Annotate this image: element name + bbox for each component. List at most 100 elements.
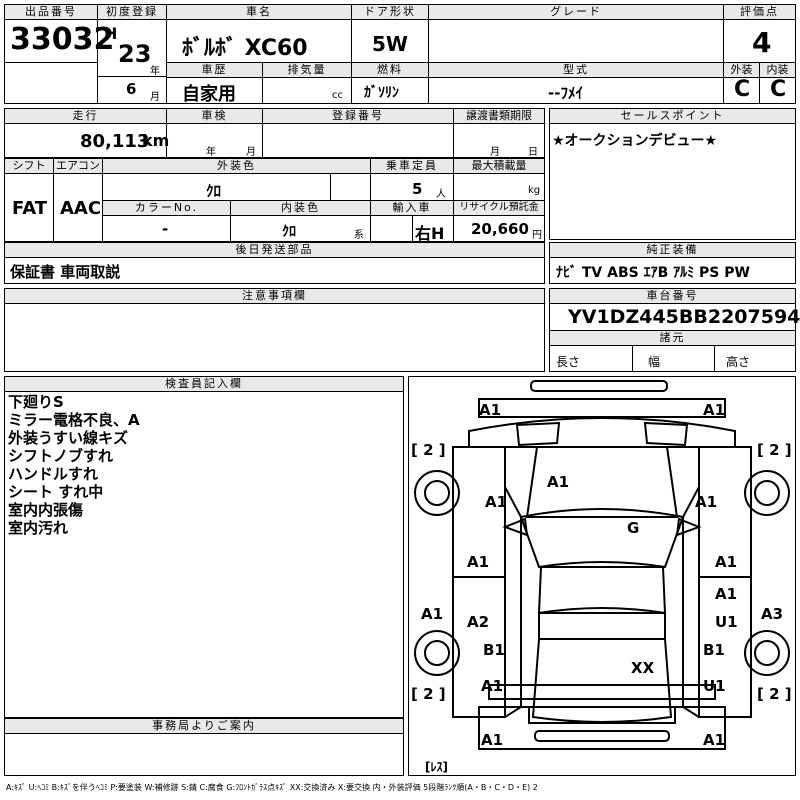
int-label: 内装	[760, 63, 795, 78]
note-line: 室内汚れ	[8, 519, 69, 537]
car-diagram-svg: A1 A1 [ 2 ] [ 2 ] A1 A1 A1 G A1 A1 A1 A1…	[411, 380, 792, 774]
damage-diagram: A1 A1 [ 2 ] [ 2 ] A1 A1 A1 G A1 A1 A1 A1…	[408, 376, 796, 776]
capacity-value: 5	[412, 180, 423, 198]
mark: B1	[703, 641, 725, 659]
mark: A1	[485, 493, 507, 511]
mark: A1	[703, 401, 725, 419]
mark: B1	[483, 641, 505, 659]
rear-bumper-upper	[488, 684, 716, 700]
int-color-label: 内装色	[231, 201, 370, 216]
sales-point-label: セールスポイント	[550, 109, 795, 124]
divider	[632, 345, 633, 371]
mark: A1	[481, 731, 503, 749]
year-unit: 年	[150, 66, 160, 77]
hood-front	[468, 417, 736, 448]
transfer-month-unit: 月	[490, 147, 500, 158]
inspector-notes: 下廻りS ミラー電格不良、A 外装うすい線キズ シフトノブすれ ハンドルすれ シ…	[8, 393, 140, 537]
vin-value: YV1DZ445BB2207594	[568, 306, 800, 328]
ac-value: AAC	[60, 198, 102, 219]
divider	[5, 62, 97, 63]
score-value: 4	[752, 26, 772, 59]
door-label: ドア形状	[352, 5, 428, 20]
vin-label: 車台番号	[550, 289, 795, 304]
ac-label: エアコン	[54, 159, 102, 174]
note-line: 外装うすい線キズ	[8, 429, 129, 447]
note-line: ハンドルすれ	[8, 465, 99, 483]
divider	[412, 215, 413, 241]
later-parts-label: 後日発送部品	[5, 243, 544, 258]
mark: [ 2 ]	[411, 441, 446, 459]
int-value: C	[770, 77, 787, 102]
mark: A2	[467, 613, 489, 631]
ext-color-label: 外装色	[103, 159, 370, 174]
caution-label: 注意事項欄	[5, 289, 544, 304]
displacement-unit: cc	[332, 90, 343, 101]
divider	[98, 76, 166, 77]
note-line: シート すれ中	[8, 483, 104, 501]
import-label: 輸入車	[371, 201, 453, 216]
mark: A1	[467, 553, 489, 571]
int-color-unit: 系	[354, 230, 364, 241]
mark: A1	[715, 553, 737, 571]
lot-label: 出品番号	[5, 5, 97, 20]
divider	[714, 345, 715, 371]
mark: A1	[479, 401, 501, 419]
displacement-label: 排気量	[263, 63, 351, 78]
note-line: 室内内張傷	[8, 501, 84, 519]
mark: A1	[421, 605, 443, 623]
length-label: 長さ	[556, 355, 581, 369]
door-type: 5W	[372, 32, 408, 56]
inspection-label: 車検	[167, 109, 262, 124]
int-color-value: ｸﾛ	[282, 224, 296, 240]
specs-label: 諸元	[550, 331, 795, 346]
office-label: 事務局よりご案内	[5, 719, 403, 734]
history-label: 車歴	[167, 63, 262, 78]
car-name: ﾎﾞﾙﾎﾞ XC60	[182, 36, 308, 61]
sales-point-block	[549, 108, 796, 240]
mark: A3	[761, 605, 783, 623]
wheel-rear-left-hub	[424, 640, 450, 666]
mark: A1	[547, 473, 569, 491]
capacity-label: 乗車定員	[371, 159, 453, 174]
fuel-label: 燃料	[352, 63, 428, 78]
rear-step	[534, 730, 670, 742]
front-bumper-outline	[478, 398, 726, 418]
note-line: 下廻りS	[8, 393, 64, 411]
recycle-label: リサイクル預託金	[454, 201, 544, 216]
mark: [ 2 ]	[411, 685, 446, 703]
fuel-value: ｶﾞｿﾘﾝ	[364, 85, 399, 101]
car-name-label: 車名	[167, 5, 351, 20]
genuine-value: ﾅﾋﾞ TV ABS ｴｱB ｱﾙﾐ PS PW	[556, 265, 750, 281]
history-value: 自家用	[182, 84, 236, 105]
color-no-value: -	[162, 220, 169, 238]
insp-year-unit: 年	[206, 147, 216, 158]
wheel-rear-right-hub	[754, 640, 780, 666]
front-bumper	[530, 380, 668, 392]
mark: [ﾚｽ]	[425, 760, 448, 774]
reg-month: 6	[126, 80, 137, 98]
mark: A1	[703, 731, 725, 749]
mark: [ 2 ]	[757, 685, 792, 703]
recycle-value: 20,660	[471, 220, 529, 238]
mark: U1	[703, 677, 726, 695]
note-line: シフトノブすれ	[8, 447, 114, 465]
insp-month-unit: 月	[246, 147, 256, 158]
ext-color-value: ｸﾛ	[206, 182, 222, 200]
legend: A:ｷｽﾞ U:ﾍｺﾐ B:ｷｽﾞを伴うﾍｺﾐ P:要塗装 W:補修跡 S:錆 …	[6, 783, 538, 792]
mileage-label: 走行	[5, 109, 166, 124]
reg-year: 23	[118, 40, 152, 68]
height-label: 高さ	[726, 355, 751, 369]
inspector-label: 検査員記入欄	[5, 377, 403, 392]
mark: A1	[481, 677, 503, 695]
later-parts-value: 保証書 車両取説	[10, 263, 121, 281]
color-no-label: カラーNo.	[103, 201, 230, 216]
mark: XX	[631, 659, 655, 677]
trunk	[531, 638, 673, 723]
mark: U1	[715, 613, 738, 631]
month-unit: 月	[150, 92, 160, 103]
model-value: --ﾌﾒｲ	[548, 84, 583, 102]
rear-bumper	[528, 706, 676, 724]
max-load-unit: kg	[528, 185, 541, 196]
score-label: 評価点	[724, 5, 795, 20]
max-load-label: 最大積載量	[454, 159, 544, 174]
